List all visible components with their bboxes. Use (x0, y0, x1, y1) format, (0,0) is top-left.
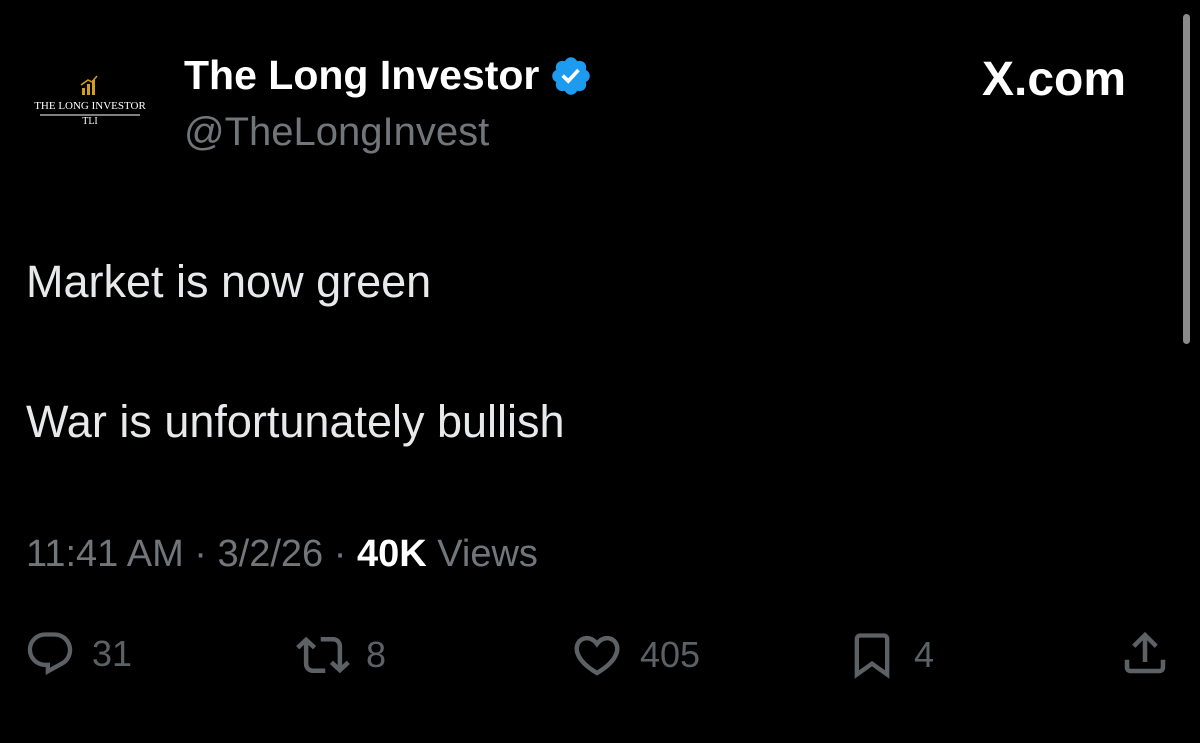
meta-separator: · (333, 533, 347, 575)
x-brand-watermark: X.com (982, 53, 1127, 106)
repost-button[interactable]: 8 (296, 628, 386, 682)
tweet-text-line-2: War is unfortunately bullish (26, 396, 565, 447)
tweet-meta: 11:41 AM · 3/2/26 · 40K Views (26, 533, 538, 576)
like-button[interactable]: 405 (570, 628, 700, 682)
avatar-logo-subtext: TLI (82, 116, 98, 127)
tweet-time[interactable]: 11:41 AM (26, 533, 184, 575)
meta-separator: · (194, 533, 207, 575)
share-button[interactable] (1118, 626, 1172, 680)
reply-icon (27, 632, 73, 676)
reply-count: 31 (92, 633, 133, 674)
views-count: 40K (356, 533, 427, 575)
like-count: 405 (640, 634, 701, 675)
reply-button[interactable]: 31 (24, 628, 132, 680)
repost-icon (296, 636, 350, 674)
views-label: Views (437, 533, 538, 575)
scrollbar[interactable] (1183, 14, 1190, 344)
heart-icon (574, 635, 620, 676)
bar-chart-logo-icon (80, 75, 98, 95)
avatar-logo-text: THE LONG INVESTOR (34, 100, 146, 112)
avatar[interactable]: THE LONG INVESTOR TLI (22, 70, 158, 148)
bookmark-count: 4 (914, 634, 935, 675)
bookmark-button[interactable]: 4 (846, 628, 934, 682)
tweet-date[interactable]: 3/2/26 (218, 533, 324, 575)
repost-count: 8 (366, 634, 387, 675)
bookmark-icon (854, 633, 890, 679)
display-name-text: The Long Investor (184, 52, 540, 98)
user-handle[interactable]: @TheLongInvest (184, 110, 489, 155)
tweet-text-line-1: Market is now green (26, 256, 432, 307)
display-name[interactable]: The Long Investor (184, 52, 593, 99)
share-icon (1124, 631, 1166, 674)
verified-badge-icon (552, 56, 591, 95)
